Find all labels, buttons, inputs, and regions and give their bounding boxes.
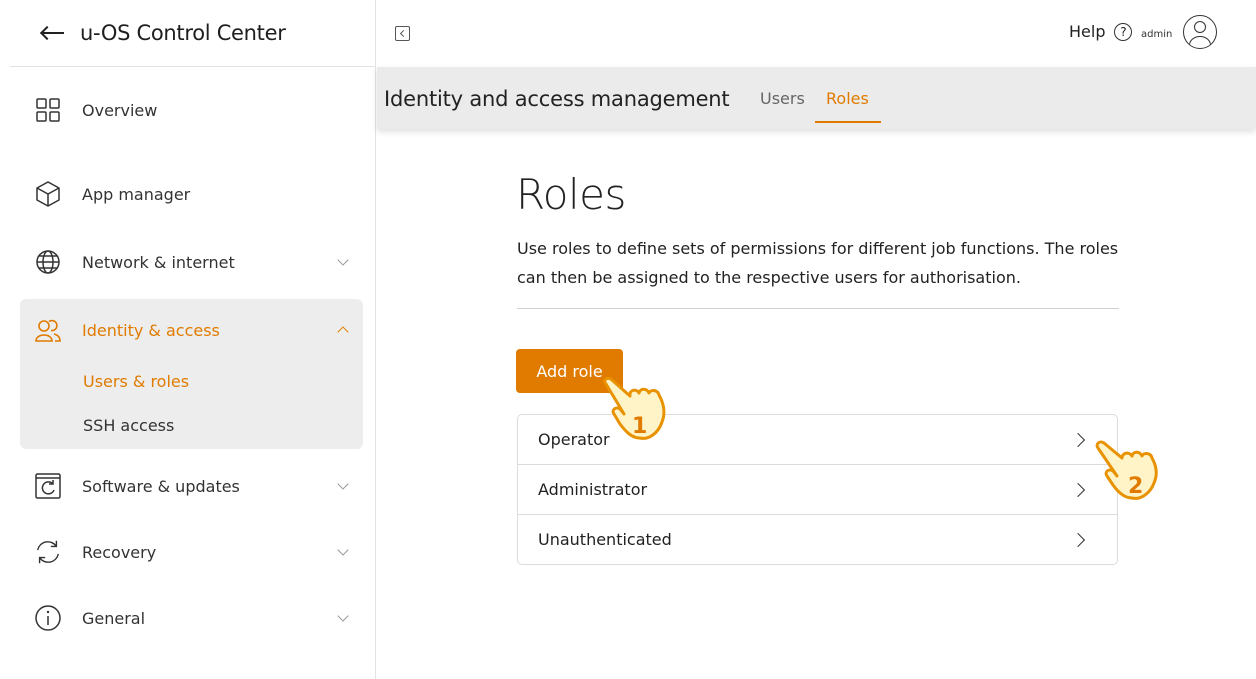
sidebar-item-software[interactable]: Software & updates bbox=[20, 464, 363, 508]
sidebar-item-general[interactable]: General bbox=[20, 596, 363, 640]
sidebar-item-label: Network & internet bbox=[82, 252, 235, 272]
recovery-icon bbox=[34, 538, 62, 566]
sidebar-subitem-users-roles[interactable]: Users & roles bbox=[83, 372, 189, 391]
sidebar-item-label: Software & updates bbox=[82, 476, 240, 496]
collapse-sidebar-icon[interactable] bbox=[395, 26, 410, 41]
tab-roles[interactable]: Roles bbox=[826, 89, 869, 108]
app-header: u-OS Control Center bbox=[0, 0, 376, 66]
sidebar-item-network[interactable]: Network & internet bbox=[20, 240, 363, 284]
chevron-right-icon bbox=[1070, 482, 1086, 498]
sidebar-item-label: Overview bbox=[82, 100, 158, 120]
pointer-hand-icon: 2 bbox=[1095, 440, 1158, 500]
chevron-down-icon bbox=[337, 254, 349, 266]
sidebar-item-label: General bbox=[82, 608, 146, 628]
pointer-hand-icon: 1 bbox=[603, 376, 666, 440]
sidebar-item-label: App manager bbox=[82, 184, 191, 204]
page-description: Use roles to define sets of permissions … bbox=[517, 239, 1119, 287]
header-divider bbox=[10, 66, 375, 67]
refresh-box-icon bbox=[34, 472, 62, 500]
question-icon: ? bbox=[1114, 22, 1133, 41]
sidebar-item-app-manager[interactable]: App manager bbox=[20, 172, 363, 216]
avatar-icon[interactable] bbox=[1183, 15, 1217, 49]
chevron-right-icon bbox=[1070, 532, 1086, 548]
page-title: Roles bbox=[516, 170, 626, 219]
divider bbox=[517, 308, 1119, 309]
topbar: Help ? admin bbox=[377, 0, 1256, 66]
active-tab-indicator bbox=[815, 121, 881, 123]
role-label: Unauthenticated bbox=[538, 530, 672, 549]
page-section-title: Identity and access management bbox=[384, 87, 730, 111]
sidebar-item-overview[interactable]: Overview bbox=[20, 88, 363, 132]
chevron-down-icon bbox=[337, 478, 349, 490]
sidebar-item-identity[interactable]: Identity & access bbox=[20, 308, 363, 352]
annotation-number: 1 bbox=[632, 414, 647, 439]
help-button[interactable]: Help ? bbox=[1069, 22, 1133, 41]
sidebar: u-OS Control Center Overview App manager… bbox=[0, 0, 376, 679]
users-icon bbox=[34, 316, 62, 344]
role-label: Administrator bbox=[538, 480, 648, 499]
grid-icon bbox=[34, 96, 62, 124]
user-name: admin bbox=[1141, 29, 1173, 40]
role-row-unauthenticated[interactable]: Unauthenticated bbox=[517, 514, 1118, 565]
chevron-down-icon bbox=[337, 544, 349, 556]
annotation-number: 2 bbox=[1128, 474, 1143, 499]
back-arrow-icon[interactable] bbox=[39, 25, 64, 41]
chevron-right-icon bbox=[1070, 432, 1086, 448]
app-title: u-OS Control Center bbox=[80, 21, 286, 45]
globe-icon bbox=[34, 248, 62, 276]
cube-icon bbox=[34, 180, 62, 208]
tab-users[interactable]: Users bbox=[760, 89, 805, 108]
sidebar-item-label: Identity & access bbox=[82, 320, 220, 340]
info-icon bbox=[34, 604, 62, 632]
chevron-up-icon bbox=[337, 326, 349, 338]
sidebar-item-label: Recovery bbox=[82, 542, 157, 562]
sidebar-subitem-ssh-access[interactable]: SSH access bbox=[83, 416, 174, 435]
chevron-down-icon bbox=[337, 610, 349, 622]
subheader: Identity and access management Users Rol… bbox=[377, 67, 1256, 129]
role-row-administrator[interactable]: Administrator bbox=[517, 464, 1118, 515]
help-label: Help bbox=[1069, 22, 1106, 41]
sidebar-item-recovery[interactable]: Recovery bbox=[20, 530, 363, 574]
